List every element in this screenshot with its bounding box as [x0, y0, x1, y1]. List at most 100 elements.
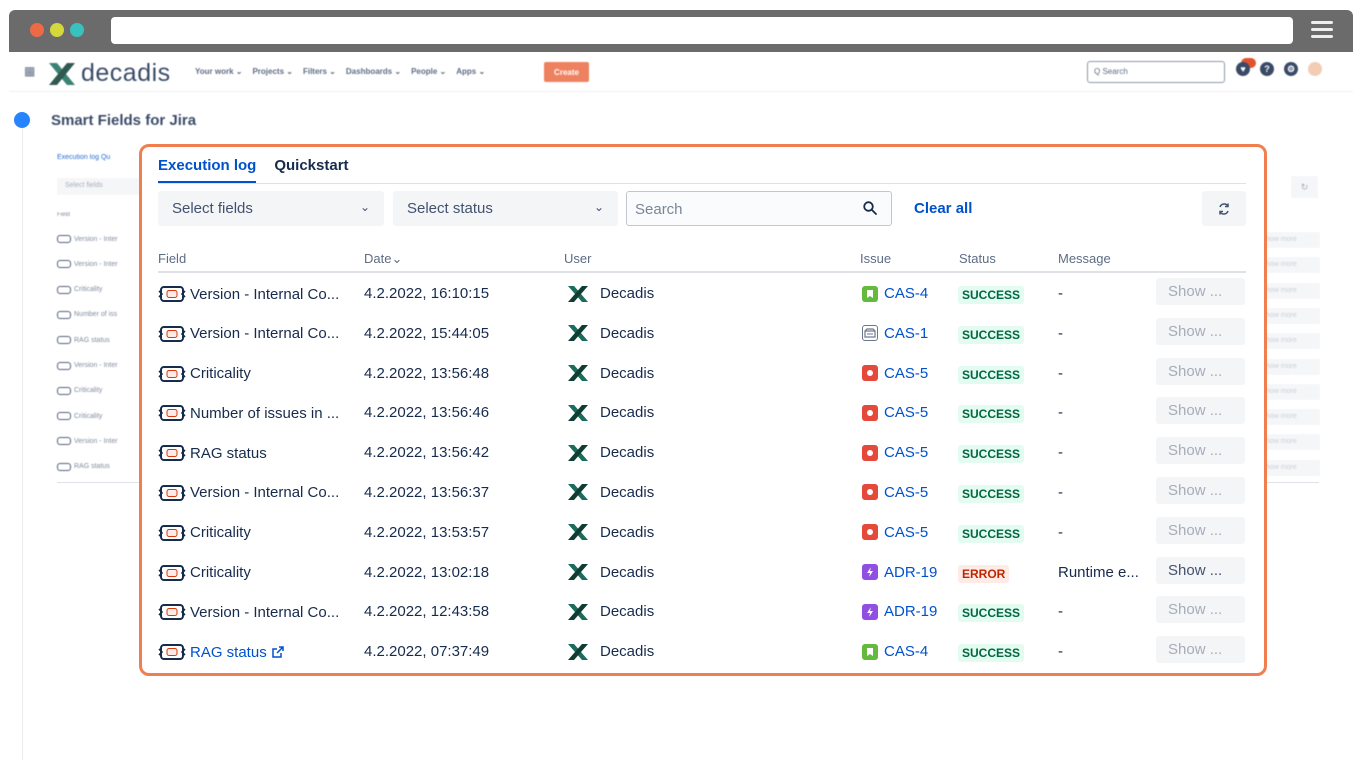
background-show-more: how more [1266, 383, 1320, 400]
window-maximize-dot[interactable] [70, 23, 84, 37]
user-name: Decadis [600, 324, 655, 342]
background-row-label: Criticality [74, 387, 103, 395]
nav-filters[interactable]: Filters ⌄ [303, 67, 336, 76]
decadis-logo-icon [568, 325, 588, 342]
column-date[interactable]: Date⌄ [364, 251, 402, 267]
issue-cell[interactable]: CAS-1 [862, 325, 928, 342]
create-button[interactable]: Create [544, 62, 589, 82]
external-link-icon[interactable] [271, 645, 285, 659]
field-cell: Criticality [158, 524, 251, 542]
column-issue: Issue [860, 251, 892, 266]
user-cell: Decadis [568, 404, 654, 421]
column-status: Status [959, 251, 996, 266]
select-fields-label: Select fields [172, 200, 253, 217]
show-more-button[interactable]: Show ... [1156, 437, 1245, 465]
table-row: Criticality 4.2.2022, 13:56:48 Decadis CAS-… [158, 354, 1246, 394]
issue-cell[interactable]: CAS-5 [862, 484, 928, 501]
nav-your-work[interactable]: Your work ⌄ [195, 67, 242, 76]
window-close-dot[interactable] [30, 23, 44, 37]
table-row: Criticality 4.2.2022, 13:53:57 Decadis CAS-… [158, 513, 1246, 553]
issue-key-link[interactable]: CAS-5 [884, 444, 928, 461]
issue-key-link[interactable]: ADR-19 [884, 603, 937, 620]
search-field[interactable] [626, 191, 892, 227]
issue-cell[interactable]: CAS-4 [862, 643, 928, 660]
nav-projects[interactable]: Projects ⌄ [252, 67, 293, 76]
background-select-fields: Select fields [57, 178, 141, 195]
date-cell: 4.2.2022, 13:56:48 [364, 364, 490, 382]
field-cell[interactable]: RAG status [158, 643, 285, 661]
show-more-button[interactable]: Show ... [1156, 596, 1245, 624]
notifications-icon[interactable]: ♥ [1236, 62, 1250, 76]
sidebar-expand-icon[interactable] [14, 112, 30, 128]
smart-field-icon [158, 365, 186, 382]
issue-key-link[interactable]: CAS-5 [884, 484, 928, 501]
background-row: Number of iss [57, 310, 118, 319]
show-more-button[interactable]: Show ... [1156, 317, 1245, 345]
tab-quickstart[interactable]: Quickstart [274, 157, 348, 183]
search-input[interactable] [627, 192, 847, 227]
user-name: Decadis [600, 404, 655, 422]
issue-key-link[interactable]: ADR-19 [884, 564, 937, 581]
issue-cell[interactable]: ADR-19 [862, 603, 937, 620]
issue-cell[interactable]: CAS-5 [862, 365, 928, 382]
story-icon [862, 285, 878, 302]
select-fields-dropdown[interactable]: Select fields ⌄ [158, 191, 384, 226]
user-cell: Decadis [568, 365, 654, 382]
window-minimize-dot[interactable] [50, 23, 64, 37]
smart-field-icon [158, 445, 186, 462]
date-cell: 4.2.2022, 12:43:58 [364, 603, 490, 621]
issue-cell[interactable]: CAS-4 [862, 285, 928, 302]
show-more-button[interactable]: Show ... [1156, 516, 1245, 544]
issue-cell[interactable]: CAS-5 [862, 404, 928, 421]
bug-icon [862, 444, 878, 461]
show-more-button[interactable]: Show ... [1156, 357, 1245, 385]
user-name: Decadis [600, 563, 655, 581]
background-show-more: how more [1266, 257, 1320, 274]
field-name[interactable]: RAG status [190, 644, 267, 661]
table-row: Version - Internal Co... 4.2.2022, 15:44:… [158, 314, 1246, 354]
status-badge: ERROR [958, 564, 1010, 583]
nav-apps[interactable]: Apps ⌄ [456, 67, 485, 76]
brand-logo[interactable]: decadis [49, 59, 171, 88]
issue-key-link[interactable]: CAS-5 [884, 365, 928, 382]
background-row-label: Number of iss [74, 311, 118, 319]
address-bar[interactable] [111, 17, 1293, 44]
issue-key-link[interactable]: CAS-1 [884, 325, 928, 342]
message-cell: - [1058, 364, 1063, 382]
browser-menu-icon[interactable] [1311, 21, 1333, 39]
clear-all-link[interactable]: Clear all [914, 200, 972, 217]
nav-search-input[interactable]: Q Search [1087, 61, 1225, 83]
message-cell: - [1058, 643, 1063, 661]
background-show-more: how more [1266, 232, 1320, 248]
settings-icon[interactable]: ⚙ [1284, 62, 1298, 76]
search-icon[interactable] [863, 201, 877, 215]
issue-key-link[interactable]: CAS-5 [884, 524, 928, 541]
avatar[interactable] [1308, 62, 1322, 76]
issue-key-link[interactable]: CAS-4 [884, 643, 928, 660]
app-switcher-icon[interactable]: ▦ [24, 65, 36, 77]
show-more-button[interactable]: Show ... [1156, 476, 1245, 504]
decadis-logo-icon [568, 285, 588, 302]
user-name: Decadis [600, 483, 655, 501]
tab-execution-log[interactable]: Execution log [158, 157, 257, 183]
show-more-button[interactable]: Show ... [1156, 556, 1245, 584]
message-cell: - [1058, 603, 1063, 621]
show-more-button[interactable]: Show ... [1156, 636, 1245, 664]
message-cell: - [1058, 523, 1063, 541]
select-status-dropdown[interactable]: Select status ⌄ [393, 191, 618, 226]
issue-cell[interactable]: ADR-19 [862, 564, 937, 581]
nav-dashboards[interactable]: Dashboards ⌄ [346, 67, 401, 76]
issue-key-link[interactable]: CAS-4 [884, 285, 928, 302]
refresh-button[interactable] [1202, 191, 1246, 226]
show-more-button[interactable]: Show ... [1156, 397, 1245, 425]
issue-key-link[interactable]: CAS-5 [884, 404, 928, 421]
column-message: Message [1058, 251, 1111, 266]
show-more-button[interactable]: Show ... [1156, 278, 1245, 305]
nav-people[interactable]: People ⌄ [411, 67, 446, 76]
issue-cell[interactable]: CAS-5 [862, 444, 928, 461]
task-icon [862, 325, 878, 342]
background-row-label: Criticality [74, 412, 103, 420]
help-icon[interactable]: ? [1260, 62, 1274, 76]
issue-cell[interactable]: CAS-5 [862, 524, 928, 541]
nav-links: Your work ⌄ Projects ⌄ Filters ⌄ Dashboa… [195, 67, 485, 76]
